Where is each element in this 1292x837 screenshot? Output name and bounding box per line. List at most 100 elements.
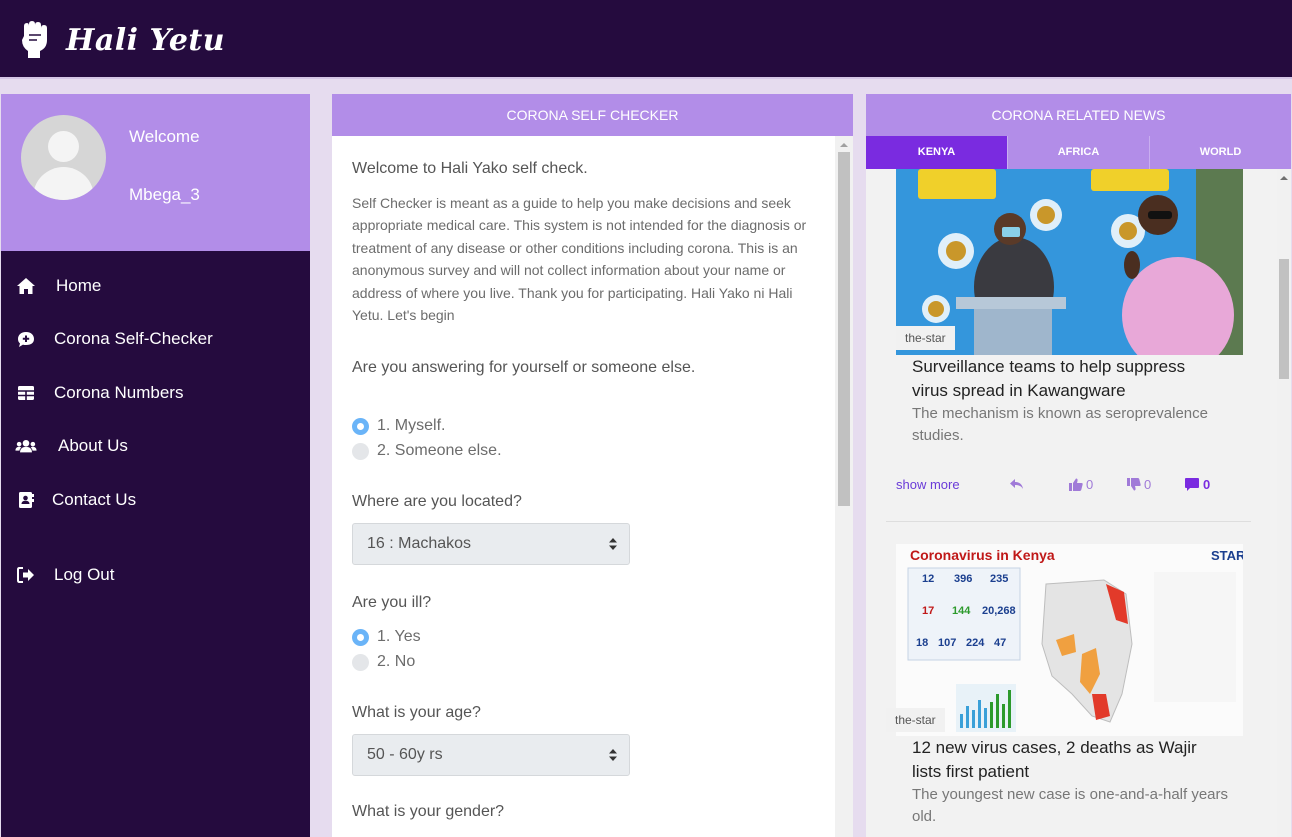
scroll-up-icon	[1280, 176, 1288, 180]
address-book-icon	[15, 489, 37, 511]
news-scrollbar[interactable]	[1277, 169, 1291, 837]
stat-tests: 20,268	[982, 605, 1016, 617]
comment-count: 0	[1203, 476, 1211, 492]
tab-world[interactable]: WORLD	[1149, 136, 1291, 169]
comment-icon	[1185, 477, 1199, 491]
thumbs-up-icon	[1069, 478, 1083, 491]
share-button[interactable]	[1009, 478, 1024, 490]
raised-fist-icon	[22, 21, 47, 58]
sidebar-item-contact-us[interactable]: Contact Us	[1, 480, 310, 520]
app-title: Hali Yetu	[66, 22, 226, 58]
username: Mbega_3	[129, 185, 200, 204]
show-more-link[interactable]: show more	[896, 477, 960, 492]
radio-checked	[352, 417, 369, 435]
source-tag: the-star	[896, 326, 955, 350]
question-age: What is your age?	[352, 704, 481, 721]
radio-label: 1. Myself.	[377, 417, 446, 434]
news-panel: CORONA RELATED NEWS KENYA AFRICA WORLD t…	[866, 94, 1291, 837]
stat-new-cases: 12	[922, 573, 934, 585]
select-caret-icon	[609, 538, 617, 550]
location-select[interactable]: 16 : Machakos	[352, 523, 630, 565]
news-feed: the-star Surveillance teams to help supp…	[866, 169, 1277, 837]
news-scroll-thumb[interactable]	[1279, 259, 1289, 379]
location-value: 16 : Machakos	[367, 535, 472, 552]
tab-kenya[interactable]: KENYA	[866, 136, 1007, 169]
sidebar-item-about-us[interactable]: About Us	[1, 426, 310, 466]
news-card: Coronavirus in Kenya STAR 12 396 235 17 …	[886, 544, 1251, 837]
sidebar-item-label: Log Out	[54, 565, 115, 584]
question-ill: Are you ill?	[352, 594, 432, 611]
sidebar-item-label: Corona Self-Checker	[54, 329, 213, 348]
radio-ill-no[interactable]: 2. No	[352, 653, 415, 671]
self-checker-panel: CORONA SELF CHECKER Welcome to Hali Yako…	[332, 94, 853, 837]
news-title[interactable]: 12 new virus cases, 2 deaths as Wajir li…	[912, 736, 1212, 784]
self-checker-header: CORONA SELF CHECKER	[332, 94, 853, 136]
news-title[interactable]: Surveillance teams to help suppress viru…	[912, 355, 1212, 403]
self-checker-form: Welcome to Hali Yako self check. Self Ch…	[332, 136, 835, 837]
stat-age-4: 47	[994, 637, 1006, 649]
tab-africa[interactable]: AFRICA	[1007, 136, 1149, 169]
question-who: Are you answering for yourself or someon…	[352, 359, 696, 376]
home-icon	[15, 275, 37, 297]
stat-age-2: 107	[938, 637, 956, 649]
thumbs-down-icon	[1127, 477, 1141, 490]
sidebar-item-self-checker[interactable]: Corona Self-Checker	[1, 319, 310, 359]
sign-out-icon	[15, 564, 37, 586]
sidebar-item-label: Contact Us	[52, 490, 137, 509]
scroll-up-icon	[840, 143, 848, 147]
radio-label: 2. Someone else.	[377, 442, 502, 459]
stat-age-1: 18	[916, 637, 928, 649]
profile-card: Welcome Mbega_3	[1, 94, 310, 251]
top-navbar: Hali Yetu	[0, 0, 1292, 79]
sidebar: Welcome Mbega_3 Home Corona Self-Checker…	[1, 94, 310, 837]
stat-recoveries: 144	[952, 605, 971, 617]
news-divider	[886, 521, 1251, 522]
news-actions: show more 0 0 0	[896, 474, 1241, 494]
news-image[interactable]: Coronavirus in Kenya STAR 12 396 235 17 …	[896, 544, 1243, 736]
radio-someone-else[interactable]: 2. Someone else.	[352, 442, 502, 460]
question-gender: What is your gender?	[352, 803, 505, 820]
sidebar-item-log-out[interactable]: Log Out	[1, 555, 310, 595]
dislike-count: 0	[1144, 476, 1152, 492]
table-icon	[15, 382, 37, 404]
select-caret-icon	[609, 749, 617, 761]
radio-myself[interactable]: 1. Myself.	[352, 417, 445, 435]
sidebar-item-corona-numbers[interactable]: Corona Numbers	[1, 373, 310, 413]
news-header: CORONA RELATED NEWS	[866, 94, 1291, 136]
stat-active-cases: 235	[990, 573, 1008, 585]
dislike-button[interactable]: 0	[1127, 477, 1151, 492]
radio-label: 2. No	[377, 653, 416, 670]
brand[interactable]: Hali Yetu	[18, 20, 225, 60]
like-count: 0	[1086, 476, 1094, 492]
question-location: Where are you located?	[352, 493, 522, 510]
radio-ill-yes[interactable]: 1. Yes	[352, 628, 421, 646]
news-tabs: KENYA AFRICA WORLD	[866, 136, 1291, 169]
comment-button[interactable]: 0	[1185, 477, 1210, 492]
users-icon	[15, 435, 37, 457]
radio-label: 1. Yes	[377, 628, 421, 645]
reply-icon	[1010, 479, 1023, 489]
checker-scroll-thumb[interactable]	[838, 152, 850, 506]
radio-unchecked	[352, 442, 369, 460]
infographic-heading: Coronavirus in Kenya	[910, 547, 1055, 563]
sidebar-item-label: Corona Numbers	[54, 383, 184, 402]
stat-total-cases: 396	[954, 573, 972, 585]
stat-fatalities: 17	[922, 605, 934, 617]
news-card: the-star Surveillance teams to help supp…	[886, 169, 1251, 524]
source-tag: the-star	[886, 708, 945, 732]
news-description: The mechanism is known as seroprevalence…	[912, 405, 1208, 444]
sidebar-item-label: Home	[56, 276, 102, 295]
age-value: 50 - 60y rs	[367, 746, 443, 763]
infographic-image: Coronavirus in Kenya STAR 12 396 235 17 …	[896, 544, 1243, 736]
sidebar-item-label: About Us	[58, 436, 128, 455]
news-description: The youngest new case is one-and-a-half …	[912, 786, 1229, 825]
sidebar-item-home[interactable]: Home	[1, 266, 310, 306]
welcome-text: Welcome	[129, 127, 200, 146]
like-button[interactable]: 0	[1069, 477, 1093, 492]
infographic-logo: STAR	[1211, 548, 1243, 563]
age-select[interactable]: 50 - 60y rs	[352, 734, 630, 776]
intro-text: Self Checker is meant as a guide to help…	[352, 195, 807, 324]
radio-unchecked	[352, 653, 369, 671]
checker-scrollbar[interactable]	[835, 136, 853, 837]
radio-checked	[352, 628, 369, 646]
